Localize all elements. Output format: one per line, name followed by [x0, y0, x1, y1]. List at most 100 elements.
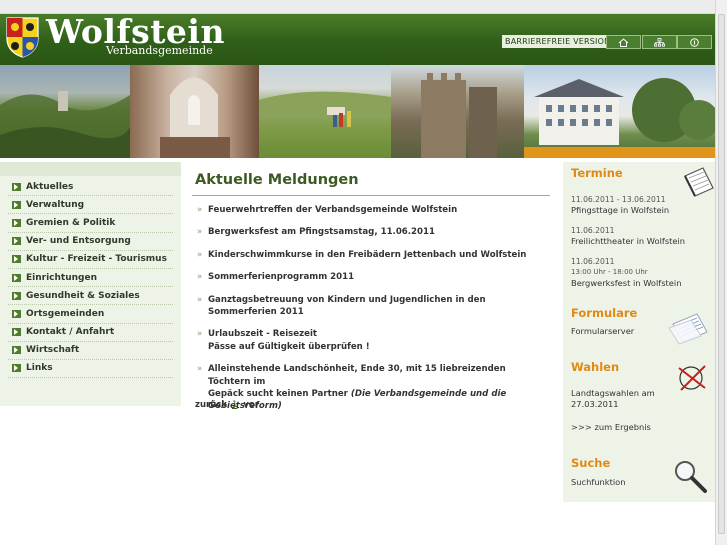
scrollbar-thumb[interactable]	[718, 14, 725, 534]
arrow-bullet-icon	[12, 218, 21, 227]
arrow-bullet-icon	[12, 346, 21, 355]
home-button[interactable]	[606, 35, 641, 49]
photo-church-interior	[130, 65, 259, 158]
nav-item-ortsgemeinden[interactable]: Ortsgemeinden	[8, 305, 173, 324]
news-item[interactable]: » Urlaubszeit - Reisezeit Pässe auf Gültig…	[192, 328, 550, 353]
event-time: 13:00 Uhr - 18:00 Uhr	[571, 268, 648, 276]
photo-hiking-group	[259, 65, 391, 158]
event-date: 11.06.2011	[571, 226, 615, 235]
site-header: Wolfstein Verbandsgemeinde BARRIEREFREIE…	[0, 12, 715, 65]
nav-item-links[interactable]: Links	[8, 360, 173, 379]
news-item[interactable]: » Ganztagsbetreuung von Kindern und Jugen…	[192, 294, 550, 319]
pagination: zurück 1 vor	[195, 400, 259, 410]
nav-item-ver-und-entsorgung[interactable]: Ver- und Entsorgung	[8, 233, 173, 251]
wahlen-box: Wahlen Landtagswahlen am 27.03.2011 >>> …	[563, 356, 715, 452]
arrow-bullet-icon	[12, 309, 21, 318]
nav-item-label[interactable]: Ortsgemeinden	[26, 309, 104, 319]
accessible-version-link[interactable]: BARRIEREFREIE VERSION	[502, 35, 614, 48]
nav-item-label[interactable]: Gremien & Politik	[26, 218, 115, 228]
form-document-icon	[668, 313, 708, 345]
nav-item-wirtschaft[interactable]: Wirtschaft	[8, 342, 173, 360]
notebook-icon	[684, 167, 714, 197]
news-link[interactable]: Bergwerksfest am Pfingstsamstag, 11.06.2…	[208, 227, 435, 237]
formulare-box: Formulare Formularserver	[563, 302, 715, 356]
arrow-bullet-icon	[12, 291, 21, 300]
arrow-icon: »	[197, 329, 203, 340]
nav-item-label[interactable]: Einrichtungen	[26, 273, 97, 283]
news-link[interactable]: Ganztagsbetreuung von Kindern und Jugend…	[208, 295, 486, 317]
news-link[interactable]: Sommerferienprogramm 2011	[208, 272, 354, 282]
photo-castle-ruin	[0, 65, 130, 158]
arrow-icon: »	[197, 272, 203, 283]
news-link[interactable]: Kinderschwimmkurse in den Freibädern Jet…	[208, 250, 526, 260]
nav-item-kontakt-anfahrt[interactable]: Kontakt / Anfahrt	[8, 324, 173, 342]
nav-item-gremien-politik[interactable]: Gremien & Politik	[8, 214, 173, 233]
nav-item-kultur-freizeit-tourismus[interactable]: Kultur - Freizeit - Tourismus	[8, 251, 173, 269]
news-item[interactable]: » Feuerwehrtreffen der Verbandsgemeinde W…	[192, 204, 550, 216]
nav-item-gesundheit-soziales[interactable]: Gesundheit & Soziales	[8, 287, 173, 306]
page-title: Aktuelle Meldungen	[192, 172, 550, 196]
news-link-line2[interactable]: Pässe auf Gültigkeit überprüfen !	[208, 342, 370, 352]
event-item[interactable]: 11.06.2011 13:00 Uhr - 18:00 Uhr Bergwer…	[571, 256, 707, 289]
nav-item-verwaltung[interactable]: Verwaltung	[8, 196, 173, 215]
arrow-icon: »	[197, 249, 203, 260]
ergebnis-link[interactable]: >>> zum Ergebnis	[571, 422, 707, 433]
arrow-bullet-icon	[12, 364, 21, 373]
arrow-icon: »	[197, 364, 203, 375]
news-item[interactable]: » Bergwerksfest am Pfingstsamstag, 11.06.…	[192, 226, 550, 238]
nav-item-label[interactable]: Ver- und Entsorgung	[26, 236, 131, 246]
arrow-bullet-icon	[12, 237, 21, 246]
photo-town-hall	[524, 65, 715, 158]
pager-page[interactable]: 1	[232, 400, 237, 410]
nav-item-label[interactable]: Wirtschaft	[26, 345, 79, 355]
home-icon	[618, 37, 629, 47]
event-name[interactable]: Pfingsttage in Wolfstein	[571, 205, 707, 216]
arrow-bullet-icon	[12, 273, 21, 282]
arrow-icon: »	[197, 294, 203, 305]
contact-button[interactable]	[677, 35, 712, 49]
sitemap-button[interactable]	[642, 35, 677, 49]
nav-item-label[interactable]: Links	[26, 363, 53, 373]
contact-icon	[690, 37, 699, 47]
news-item[interactable]: » Kinderschwimmkurse in den Freibädern Je…	[192, 249, 550, 261]
arrow-bullet-icon	[12, 200, 21, 209]
arrow-bullet-icon	[12, 328, 21, 337]
header-photo-band	[0, 65, 715, 158]
arrow-icon: »	[197, 205, 203, 215]
right-sidebar: Termine 11.06.2011 - 13.06.2011 Pfingstt…	[563, 162, 715, 502]
main-navigation: Aktuelles Verwaltung Gremien & Politik V…	[0, 162, 181, 406]
arrow-bullet-icon	[12, 255, 21, 264]
pager-back[interactable]: zurück	[195, 400, 227, 410]
event-name[interactable]: Bergwerksfest in Wolfstein	[571, 278, 707, 289]
suche-box: Suche Suchfunktion	[563, 452, 715, 502]
news-link[interactable]: Urlaubszeit - Reisezeit	[208, 329, 317, 339]
arrow-icon: »	[197, 227, 203, 238]
nav-item-aktuelles[interactable]: Aktuelles	[8, 178, 173, 197]
news-link[interactable]: Alleinstehende Landschönheit, Ende 30, m…	[208, 364, 506, 386]
ballot-cross-icon	[678, 365, 706, 391]
nav-item-label[interactable]: Kontakt / Anfahrt	[26, 327, 114, 337]
main-content: Aktuelle Meldungen » Feuerwehrtreffen der…	[192, 172, 550, 413]
photo-tower	[391, 65, 524, 158]
brand-subtitle: Verbandsgemeinde	[106, 44, 213, 57]
nav-item-label[interactable]: Aktuelles	[26, 182, 73, 192]
vertical-scrollbar[interactable]	[715, 0, 727, 545]
sitemap-icon	[654, 37, 665, 47]
nav-item-label[interactable]: Kultur - Freizeit - Tourismus	[26, 254, 167, 264]
nav-item-einrichtungen[interactable]: Einrichtungen	[8, 269, 173, 288]
event-date: 11.06.2011	[571, 257, 615, 266]
nav-top-bar	[0, 162, 181, 176]
event-item[interactable]: 11.06.2011 Freilichttheater in Wolfstein	[571, 225, 707, 247]
news-link[interactable]: Feuerwehrtreffen der Verbandsgemeinde Wo…	[208, 205, 457, 215]
news-item[interactable]: » Sommerferienprogramm 2011	[192, 271, 550, 283]
pager-next[interactable]: vor	[243, 400, 259, 410]
event-name[interactable]: Freilichttheater in Wolfstein	[571, 236, 707, 247]
coat-of-arms-logo[interactable]	[6, 17, 39, 58]
arrow-bullet-icon	[12, 182, 21, 191]
magnifier-icon	[675, 461, 707, 493]
nav-item-label[interactable]: Gesundheit & Soziales	[26, 291, 140, 301]
nav-item-label[interactable]: Verwaltung	[26, 200, 84, 210]
news-link-line2[interactable]: Gepäck sucht keinen Partner	[208, 389, 351, 399]
news-list: » Feuerwehrtreffen der Verbandsgemeinde W…	[192, 204, 550, 413]
termine-box: Termine 11.06.2011 - 13.06.2011 Pfingstt…	[563, 162, 715, 302]
